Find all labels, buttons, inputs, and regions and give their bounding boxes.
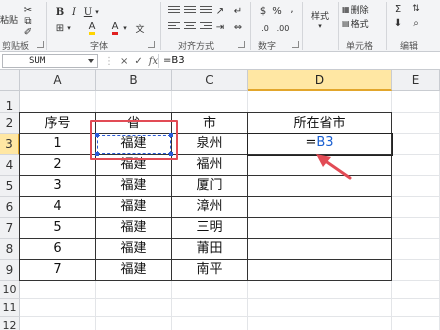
paste-button[interactable]: 粘贴: [0, 4, 18, 34]
clipboard-group-label: 剪贴板: [2, 42, 30, 52]
format-cells-button[interactable]: ▤ 格式: [342, 16, 376, 30]
decrease-decimal-icon[interactable]: .00: [276, 21, 290, 35]
underline-dropdown-icon[interactable]: ▾: [94, 5, 100, 19]
merge-center-icon[interactable]: ⇔: [232, 20, 244, 34]
autosum-button[interactable]: Σ: [392, 2, 404, 16]
annotation-arrow-shaft: [322, 158, 352, 180]
name-box-dropdown-icon[interactable]: [88, 59, 94, 63]
borders-dropdown-icon[interactable]: ▾: [66, 21, 72, 35]
name-box[interactable]: SUM: [2, 54, 98, 68]
align-top-icon[interactable]: [168, 6, 180, 15]
group-divider: [250, 2, 251, 50]
name-box-value: SUM: [29, 56, 46, 66]
phonetic-icon[interactable]: 文: [134, 21, 146, 35]
font-color-icon[interactable]: A: [108, 21, 122, 35]
styles-dropdown-icon: ▾: [318, 21, 322, 30]
underline-button[interactable]: U: [82, 5, 94, 19]
font-color-dropdown-icon[interactable]: ▾: [122, 21, 128, 35]
cancel-icon[interactable]: ×: [120, 56, 128, 67]
number-group-label: 数字: [258, 42, 277, 52]
indent-icon[interactable]: ⇥: [214, 20, 226, 34]
borders-icon[interactable]: ⊞: [54, 21, 66, 35]
align-center-icon[interactable]: [184, 22, 196, 31]
delete-cells-icon: ▦: [342, 4, 350, 14]
formula-buttons: ⋮ × ✓ fx: [104, 54, 158, 68]
accounting-format-icon[interactable]: $: [256, 4, 270, 18]
align-right-icon[interactable]: [200, 22, 212, 31]
font-group-label: 字体: [90, 42, 109, 52]
insert-function-icon[interactable]: fx: [149, 56, 158, 67]
align-middle-icon[interactable]: [184, 6, 196, 15]
delete-cells-button[interactable]: ▦ 删除: [342, 2, 376, 16]
font-launcher-icon[interactable]: [148, 41, 155, 48]
sort-filter-icon[interactable]: ⇅: [410, 2, 422, 16]
orientation-icon[interactable]: ↗: [214, 4, 226, 18]
format-cells-icon: ▤: [342, 18, 350, 28]
wrap-text-icon[interactable]: ↵: [232, 4, 244, 18]
group-divider: [302, 2, 303, 50]
clipboard-launcher-icon[interactable]: [37, 41, 44, 48]
group-divider: [46, 2, 47, 50]
separator-dots-icon: ⋮: [104, 55, 114, 67]
find-select-icon[interactable]: ⌕: [410, 16, 422, 30]
paste-label: 粘贴: [0, 15, 19, 26]
spreadsheet-grid[interactable]: A B C D E 1 2 3 4 5 6 7 8 9 10 11 12 序号 …: [0, 70, 440, 330]
styles-button[interactable]: 样式 ▾: [306, 4, 334, 34]
ribbon: 粘贴 ✂ ⧉ ✐ 剪贴板 B I U ▾ ⊞ ▾ A A ▾ 文 字体 ↗ ↵ …: [0, 0, 440, 52]
align-bottom-icon[interactable]: [200, 6, 212, 15]
number-launcher-icon[interactable]: [292, 41, 299, 48]
fill-down-icon[interactable]: ⬇: [392, 16, 404, 30]
percent-button[interactable]: %: [272, 4, 282, 18]
format-painter-icon[interactable]: ✐: [22, 25, 34, 39]
comma-button[interactable]: ,: [288, 2, 296, 16]
styles-label: 样式: [310, 11, 329, 22]
annotation-arrow: [316, 154, 352, 180]
alignment-group-label: 对齐方式: [178, 42, 215, 52]
increase-decimal-icon[interactable]: .0: [258, 21, 272, 35]
group-divider: [386, 2, 387, 50]
alignment-launcher-icon[interactable]: [238, 41, 245, 48]
cells-group-label: 单元格: [346, 42, 374, 52]
enter-icon[interactable]: ✓: [134, 56, 142, 67]
fill-color-icon[interactable]: A: [85, 21, 99, 35]
formula-bar: SUM ⋮ × ✓ fx =B3: [0, 52, 440, 70]
bold-button[interactable]: B: [54, 5, 66, 19]
group-divider: [338, 2, 339, 50]
align-left-icon[interactable]: [168, 22, 180, 31]
editing-group-label: 编辑: [400, 42, 419, 52]
italic-button[interactable]: I: [68, 5, 80, 19]
formula-input[interactable]: =B3: [158, 54, 440, 68]
group-divider: [160, 2, 161, 50]
